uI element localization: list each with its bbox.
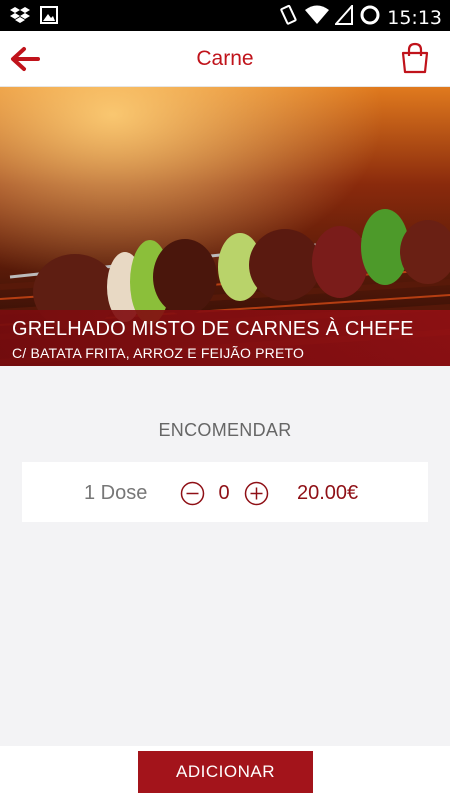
portion-label: 1 Dose: [84, 482, 148, 504]
status-bar: 15:13: [0, 0, 450, 31]
vibrate-icon: [277, 4, 299, 31]
price-value: 20.00€: [297, 482, 359, 504]
product-description: C/ BATATA FRITA, ARROZ E FEIJÃO PRETO: [12, 345, 305, 361]
wifi-icon: [305, 5, 330, 30]
product-name: GRELHADO MISTO DE CARNES À CHEFE: [12, 318, 414, 340]
signal-icon: [334, 3, 354, 30]
shopping-bag-icon[interactable]: [400, 42, 430, 74]
page-title: Carne: [196, 47, 254, 70]
product-hero: GRELHADO MISTO DE CARNES À CHEFE C/ BATA…: [0, 87, 450, 366]
minus-circle-icon[interactable]: [180, 481, 205, 506]
dropbox-icon: [10, 6, 30, 29]
image-icon: [40, 6, 58, 29]
sync-icon: [359, 4, 381, 31]
bottom-bar: ADICIONAR: [0, 746, 450, 800]
add-button[interactable]: ADICIONAR: [138, 751, 313, 793]
order-row: 1 Dose 0 20.00€: [22, 462, 428, 522]
product-caption: GRELHADO MISTO DE CARNES À CHEFE C/ BATA…: [0, 310, 450, 366]
order-section-label: ENCOMENDAR: [158, 420, 292, 440]
clock-time: 15:13: [387, 6, 442, 29]
app-bar: Carne: [0, 31, 450, 87]
quantity-value: 0: [218, 482, 230, 504]
plus-circle-icon[interactable]: [244, 481, 269, 506]
